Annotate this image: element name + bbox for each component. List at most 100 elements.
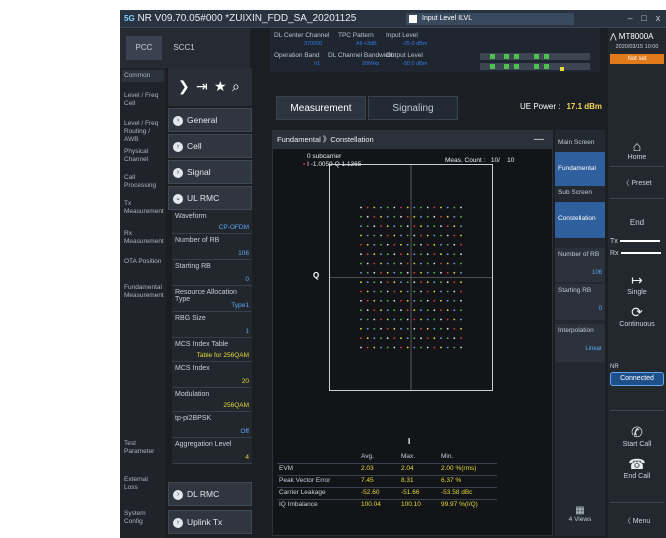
end-button[interactable]: End	[610, 218, 664, 227]
sidebar-item-external-loss[interactable]: External Loss	[122, 474, 164, 494]
jump-icon[interactable]: ⇥	[196, 78, 208, 95]
stats-max-value: 2.04	[401, 465, 414, 472]
constellation-point	[426, 299, 429, 302]
ue-power-value: 17.1 dBm	[566, 102, 603, 111]
param-label: Modulation	[175, 391, 210, 398]
constellation-point	[360, 281, 362, 284]
stats-row-label: Peak Vector Error	[279, 477, 331, 484]
end-call-button[interactable]: ☎ End Call	[610, 456, 664, 480]
constellation-point	[393, 206, 396, 209]
star-icon[interactable]: ★	[214, 78, 227, 95]
connected-badge: Connected	[610, 372, 664, 386]
constellation-point	[453, 206, 456, 209]
constellation-point	[413, 346, 416, 349]
stats-min-value: -53.58 dBc	[441, 489, 473, 496]
constellation-point	[440, 215, 442, 218]
constellation-point	[420, 327, 422, 330]
preset-button[interactable]: 〈 Preset	[610, 178, 664, 188]
section-signal[interactable]: › Signal	[168, 160, 252, 184]
param-row[interactable]: Resource Allocation Type Type1	[172, 286, 252, 312]
hangup-icon: ☎	[628, 456, 646, 472]
sidebar-item-call-processing[interactable]: Call Processing	[122, 172, 164, 192]
param-value: 1	[245, 328, 249, 335]
constellation-point	[453, 309, 456, 312]
param-row[interactable]: MCS Index Table Table for 256QAM	[172, 338, 252, 362]
sidebar-item-physical-channel[interactable]: Physical Channel	[122, 146, 164, 166]
input-level-label: Input Level	[386, 32, 418, 39]
sidebar-item-routing[interactable]: Level / Freq Routing / AWB	[122, 118, 164, 146]
constellation-point	[460, 299, 462, 302]
param-row[interactable]: RBG Size 1	[172, 312, 252, 338]
number-of-rb-button[interactable]: Number of RB 106	[555, 248, 605, 282]
param-value: Table for 256QAM	[196, 352, 249, 359]
constellation-point	[433, 346, 436, 349]
chevron-right-icon: ›	[173, 517, 183, 528]
tab-measurement[interactable]: Measurement	[276, 96, 366, 120]
constellation-point	[366, 262, 369, 265]
param-row[interactable]: Waveform CP-OFDM	[172, 210, 252, 234]
rx-indicator: Rx	[610, 250, 664, 257]
constellation-point	[420, 225, 422, 228]
constellation-point	[453, 225, 456, 228]
tab-pcc[interactable]: PCC	[126, 36, 162, 60]
sidebar-item-common[interactable]: Common	[122, 70, 164, 82]
param-row[interactable]: Number of RB 106	[172, 234, 252, 260]
constellation-point	[393, 346, 396, 349]
constellation-point	[420, 253, 422, 256]
search-icon[interactable]: ⌕	[232, 78, 240, 95]
tab-scc1[interactable]: SCC1	[166, 36, 202, 60]
constellation-point	[440, 234, 442, 237]
section-general[interactable]: › General	[168, 108, 252, 132]
constellation-point	[460, 346, 462, 349]
continuous-button[interactable]: ⟳ Continuous	[610, 304, 664, 328]
param-row[interactable]: Modulation 256QAM	[172, 388, 252, 412]
minimize-button[interactable]: –	[624, 12, 636, 25]
next-icon[interactable]: ❯	[178, 78, 190, 95]
maximize-button[interactable]: □	[638, 12, 650, 25]
constellation-point	[360, 337, 362, 340]
section-cell[interactable]: › Cell	[168, 134, 252, 158]
close-button[interactable]: x	[652, 12, 664, 25]
param-label: Resource Allocation Type	[175, 289, 237, 303]
param-label: Number of RB	[175, 237, 220, 244]
stats-min-value: 2.00 %(rms)	[441, 465, 477, 472]
constellation-point	[366, 234, 369, 237]
constellation-point	[393, 299, 396, 302]
constellation-point	[386, 299, 389, 302]
collapse-icon[interactable]: —	[534, 131, 544, 149]
constellation-point	[420, 206, 422, 209]
interpolation-button[interactable]: Interpolation Linear	[555, 324, 605, 362]
constellation-button[interactable]: Constellation	[555, 202, 605, 238]
constellation-point	[406, 271, 409, 274]
constellation-point	[373, 346, 376, 349]
constellation-point	[380, 271, 382, 274]
constellation-point	[420, 290, 422, 293]
param-label: tp-pi2BPSK	[175, 415, 212, 422]
param-row[interactable]: MCS Index 20	[172, 362, 252, 388]
constellation-point	[453, 281, 456, 284]
section-uplink-tx-switching[interactable]: ›Uplink Tx Switching	[168, 510, 252, 534]
start-call-button[interactable]: ✆ Start Call	[610, 424, 664, 448]
single-button[interactable]: ↦ Single	[610, 272, 664, 296]
fundamental-button[interactable]: Fundamental	[555, 152, 605, 186]
tab-signaling[interactable]: Signaling	[368, 96, 458, 120]
param-row[interactable]: Starting RB 0	[172, 260, 252, 286]
phone-icon: ✆	[631, 424, 643, 440]
input-level-indicator[interactable]: Input Level ILVL	[406, 13, 574, 25]
section-dl-rmc[interactable]: › DL RMC	[168, 482, 252, 506]
section-ul-rmc[interactable]: ⌄ UL RMC	[168, 186, 252, 210]
dl-bw-value: 20MHz	[362, 61, 380, 67]
views-button[interactable]: ▦ 4 Views	[555, 502, 605, 532]
param-row[interactable]: tp-pi2BPSK Off	[172, 412, 252, 438]
sidebar-item-level-freq-cell[interactable]: Level / Freq Cell	[122, 90, 164, 110]
constellation-point	[380, 337, 382, 340]
constellation-point	[366, 337, 369, 340]
constellation-point	[380, 346, 382, 349]
constellation-point	[360, 243, 362, 246]
starting-rb-button[interactable]: Starting RB 0	[555, 284, 605, 320]
param-row[interactable]: Aggregation Level 4	[172, 438, 252, 464]
constellation-point	[413, 225, 416, 228]
menu-button[interactable]: 〈 Menu	[610, 516, 664, 526]
home-button[interactable]: ⌂ Home	[610, 138, 664, 161]
sidebar-item-system-config[interactable]: System Config	[122, 508, 164, 528]
